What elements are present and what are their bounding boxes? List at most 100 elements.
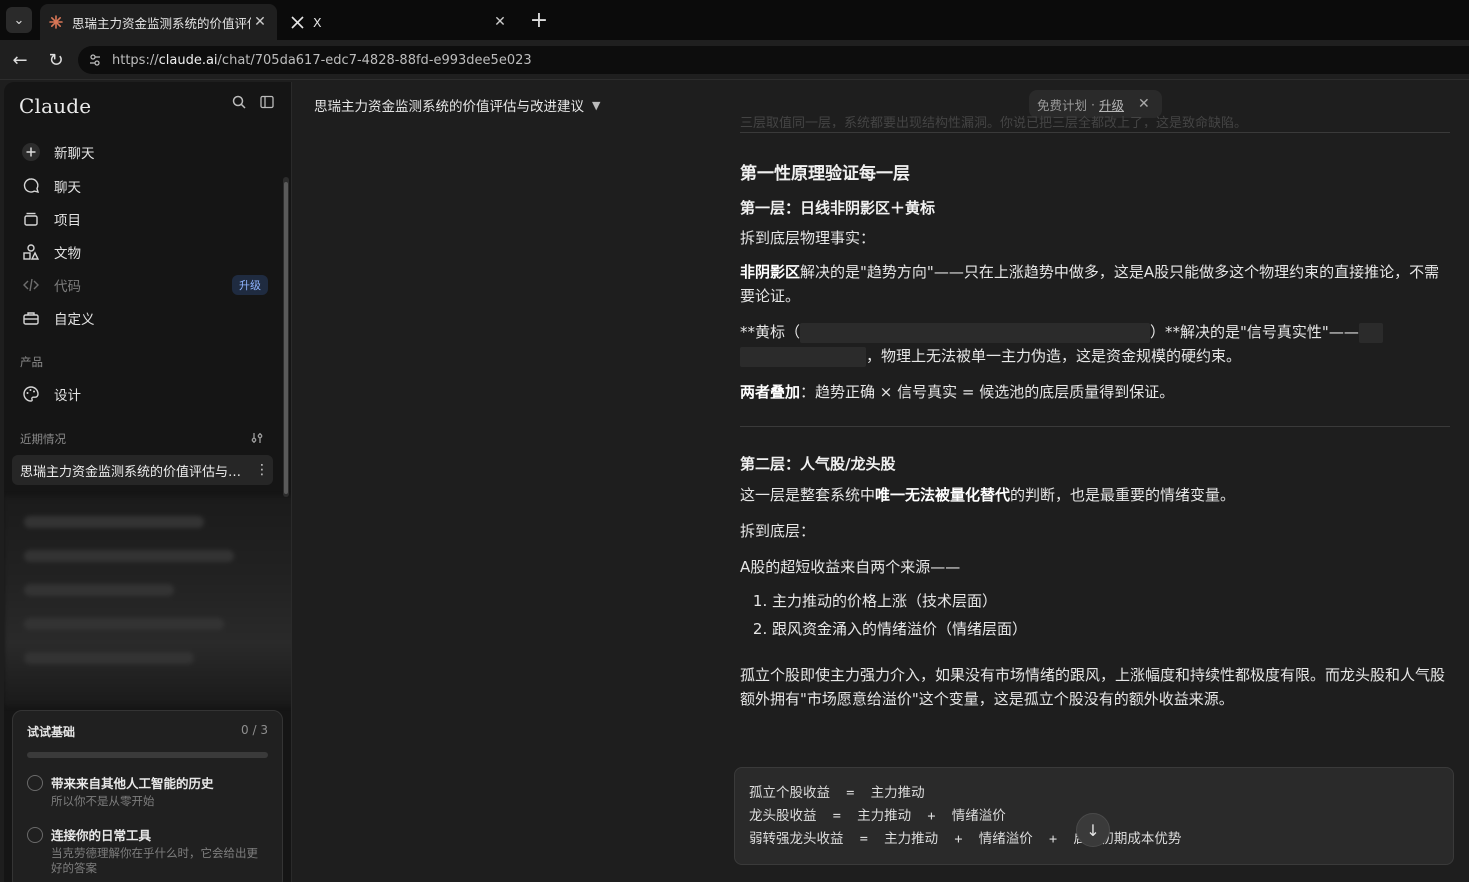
task-title: 带来来自其他人工智能的历史 xyxy=(51,776,214,791)
back-button[interactable]: ← xyxy=(8,48,32,72)
claude-favicon-icon xyxy=(48,14,64,30)
scroll-to-bottom-button[interactable]: ↓ xyxy=(1076,813,1110,847)
sidebar-scrollbar-thumb[interactable] xyxy=(284,182,288,494)
layer-heading: 第二层：人气股/龙头股 xyxy=(740,455,896,473)
numbered-list: 主力推动的价格上涨（技术层面） 跟风资金涌入的情绪溢价（情绪层面） xyxy=(740,587,1450,643)
list-item: 主力推动的价格上涨（技术层面） xyxy=(772,587,1450,615)
claude-logo[interactable]: Claude xyxy=(19,94,91,118)
url-path: /chat/705da617-edc7-4828-88fd-e993dee5e0… xyxy=(217,52,532,68)
task-description: 当克劳德理解你在乎什么时，它会给出更好的答案 xyxy=(51,845,258,876)
tab-search-button[interactable]: ⌄ xyxy=(6,7,32,33)
filter-icon[interactable] xyxy=(247,428,267,448)
tab-title: X xyxy=(313,14,322,30)
onboarding-task[interactable]: 带来来自其他人工智能的历史 所以你不是从零开始 xyxy=(27,773,268,810)
task-description: 所以你不是从零开始 xyxy=(51,794,155,808)
sidebar-item-label: 设计 xyxy=(54,388,81,404)
tab-title: 思瑞主力资金监测系统的价值评估 xyxy=(72,15,251,31)
sidebar-toggle-icon[interactable] xyxy=(257,92,277,112)
browser-tab-bar: ⌄ 思瑞主力资金监测系统的价值评估 ✕ X ✕ + xyxy=(0,0,1469,40)
palette-icon xyxy=(20,383,42,405)
redacted-block xyxy=(800,322,1151,343)
onboarding-count: 0 / 3 xyxy=(241,723,268,737)
browser-tab-claude[interactable]: 思瑞主力资金监测系统的价值评估 ✕ xyxy=(40,4,277,40)
artifacts-icon xyxy=(20,241,42,263)
bold-text: 非阴影区 xyxy=(740,263,801,281)
paragraph: 拆到底层： xyxy=(740,522,816,540)
recent-chat-title: 思瑞主力资金监测系统的价值评估与改进建议 xyxy=(20,464,251,480)
sidebar-item-projects[interactable]: 项目 xyxy=(14,204,276,234)
projects-icon xyxy=(20,208,42,230)
paragraph-text: ，物理上无法被单一主力伪造，这是资金规模的硬约束。 xyxy=(866,347,1242,365)
plan-label: 免费计划 xyxy=(1037,97,1088,113)
reload-icon: ↻ xyxy=(48,49,64,71)
conversation-title-button[interactable]: 思瑞主力资金监测系统的价值评估与改进建议 ▼ xyxy=(314,95,601,116)
customize-icon xyxy=(20,307,42,329)
plan-separator: · xyxy=(1091,96,1095,112)
plus-icon xyxy=(20,141,42,163)
url-host: claude.ai xyxy=(158,52,218,68)
recent-chat-item[interactable]: 思瑞主力资金监测系统的价值评估与改进建议 ⋮ xyxy=(12,455,273,485)
onboarding-card: 试试基础 0 / 3 带来来自其他人工智能的历史 所以你不是从零开始 连接你的日… xyxy=(12,710,283,882)
sidebar-item-label: 聊天 xyxy=(54,180,81,196)
sidebar-item-label: 新聊天 xyxy=(54,146,95,162)
code-line: 孤立个股收益 = 主力推动 xyxy=(749,785,925,801)
paragraph: 两者叠加：趋势正确 × 信号真实 = 候选池的底层质量得到保证。 xyxy=(740,380,1450,404)
section-label-product: 产品 xyxy=(20,355,43,369)
sidebar-item-artifacts[interactable]: 文物 xyxy=(14,237,276,267)
message-content: 三层取值同一层，系统都要出现结构性漏洞。你说已把三层全都改上了，这是致命缺陷。 … xyxy=(740,112,1450,711)
paragraph: 拆到底层物理事实： xyxy=(740,229,876,247)
paragraph: 孤立个股即使主力强力介入，如果没有市场情绪的跟风，上涨幅度和持续性都极度有限。而… xyxy=(740,666,1446,708)
task-title: 连接你的日常工具 xyxy=(51,827,152,843)
radio-circle-icon[interactable] xyxy=(27,826,43,843)
address-bar-row: ← ↻ https://claude.ai/chat/705da617-edc7… xyxy=(0,40,1469,80)
bold-text: 唯一无法被量化替代 xyxy=(875,486,1011,504)
bold-text: 两者叠加 xyxy=(740,383,801,401)
paragraph-text: 解决的是"趋势方向"——只在上涨趋势中做多，这是A股只能做多这个物理约束的直接推… xyxy=(740,263,1440,305)
sidebar-item-design[interactable]: 设计 xyxy=(14,379,276,409)
onboarding-progress-bar xyxy=(27,752,268,758)
section-heading: 第一性原理验证每一层 xyxy=(740,164,910,184)
site-info-icon[interactable] xyxy=(88,53,104,67)
conversation-title: 思瑞主力资金监测系统的价值评估与改进建议 xyxy=(314,99,584,115)
browser-tab-x[interactable]: X ✕ xyxy=(281,4,517,40)
sidebar: Claude 新聊天 聊天 项目 文物 代码 升级 自定义 产品 设计 近期情况… xyxy=(4,82,292,882)
paragraph: A股的超短收益来自两个来源—— xyxy=(740,558,961,576)
chevron-down-icon: ▼ xyxy=(592,98,601,112)
paragraph-text: 的判断，也是最重要的情绪变量。 xyxy=(1010,486,1236,504)
onboarding-task[interactable]: 连接你的日常工具 当克劳德理解你在乎什么时，它会给出更好的答案 xyxy=(27,825,268,877)
paragraph: **黄标（ ）**解决的是"信号真实性"—— ，物理上无法被单一主力伪造，这是资金… xyxy=(740,320,1450,368)
code-icon xyxy=(20,274,42,296)
section-label-recents: 近期情况 xyxy=(20,432,66,446)
layer-heading: 第一层：日线非阴影区＋黄标 xyxy=(740,199,936,217)
close-icon[interactable]: ✕ xyxy=(1138,96,1150,112)
divider xyxy=(740,132,1450,133)
sidebar-item-label: 代码 xyxy=(54,279,81,295)
arrow-down-icon: ↓ xyxy=(1086,820,1100,840)
list-item: 跟风资金涌入的情绪溢价（情绪层面） xyxy=(772,615,1450,643)
divider xyxy=(740,426,1450,427)
sidebar-item-customize[interactable]: 自定义 xyxy=(14,303,276,333)
sidebar-item-label: 自定义 xyxy=(54,312,95,328)
sidebar-item-code[interactable]: 代码 升级 xyxy=(14,270,276,300)
close-icon[interactable]: ✕ xyxy=(491,13,509,31)
chevron-down-icon: ⌄ xyxy=(13,12,25,28)
new-tab-button[interactable]: + xyxy=(526,8,552,34)
search-icon[interactable] xyxy=(229,92,249,112)
sidebar-item-new-chat[interactable]: 新聊天 xyxy=(14,137,276,167)
paragraph-text: ：趋势正确 × 信号真实 = 候选池的底层质量得到保证。 xyxy=(800,383,1175,401)
url-field[interactable]: https://claude.ai/chat/705da617-edc7-482… xyxy=(78,46,1469,74)
sidebar-item-chats[interactable]: 聊天 xyxy=(14,171,276,201)
paragraph: 这一层是整套系统中唯一无法被量化替代的判断，也是最重要的情绪变量。 xyxy=(740,483,1450,507)
close-icon[interactable]: ✕ xyxy=(251,13,269,31)
onboarding-title: 试试基础 xyxy=(27,725,76,739)
sidebar-item-label: 文物 xyxy=(54,246,81,262)
more-options-icon[interactable]: ⋮ xyxy=(251,462,273,478)
reload-button[interactable]: ↻ xyxy=(44,48,68,72)
url-scheme: https:// xyxy=(112,52,159,68)
upgrade-link[interactable]: 升级 xyxy=(1099,95,1124,114)
redacted-block xyxy=(740,346,866,367)
sidebar-item-label: 项目 xyxy=(54,213,81,229)
upgrade-badge[interactable]: 升级 xyxy=(232,275,268,295)
faded-text-line: 三层取值同一层，系统都要出现结构性漏洞。你说已把三层全都改上了，这是致命缺陷。 xyxy=(740,116,1248,128)
radio-circle-icon[interactable] xyxy=(27,775,43,791)
